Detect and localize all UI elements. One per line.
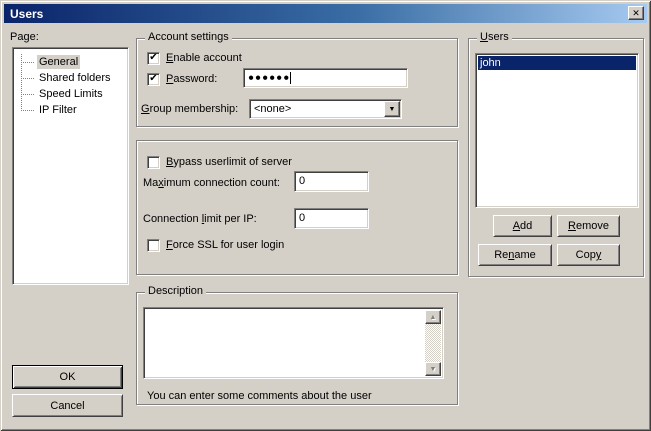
description-hint: You can enter some comments about the us… [147,390,372,403]
tree-item-label[interactable]: IP Filter [37,103,79,117]
description-group: Description ▲ ▼ You can enter some comme… [136,292,458,405]
max-connection-count-input[interactable]: 0 [294,171,369,192]
max-connection-count-value: 0 [299,175,305,187]
tree-connector [21,78,34,79]
account-settings-group: Account settings ✔ Enable account ✔ Pass… [136,38,458,127]
arrow-up-icon: ▲ [430,314,437,321]
force-ssl-checkbox[interactable] [147,239,160,252]
enable-account-label: Enable account [166,52,242,65]
limits-group: Bypass userlimit of server Maximum conne… [136,140,458,275]
tree-connector [21,62,34,63]
dropdown-value: <none> [250,100,383,118]
page-tree[interactable]: General Shared folders Speed Limits IP F… [12,47,129,285]
user-name: john [480,57,501,69]
ok-button[interactable]: OK [12,365,123,389]
tree-connector [21,94,34,95]
password-value: ●●●●●● [248,73,290,84]
check-icon: ✔ [148,74,159,84]
cancel-button[interactable]: Cancel [12,394,123,417]
connection-limit-per-ip-label: Connection limit per IP: [143,213,257,226]
users-listbox[interactable]: john [475,53,639,208]
check-icon: ✔ [148,53,159,63]
group-membership-dropdown[interactable]: <none> ▼ [249,99,402,119]
password-input[interactable]: ●●●●●● [243,68,408,88]
account-settings-title: Account settings [145,31,232,44]
bypass-userlimit-checkbox[interactable] [147,156,160,169]
title-bar[interactable]: Users ✕ [4,4,647,23]
force-ssl-label: Force SSL for user login [166,239,284,252]
group-membership-label: Group membership: [141,103,238,116]
tree-item-general[interactable]: General [15,54,126,70]
tree-item-shared-folders[interactable]: Shared folders [15,70,126,86]
bypass-userlimit-label: Bypass userlimit of server [166,156,292,169]
connection-limit-per-ip-input[interactable]: 0 [294,208,369,229]
chevron-down-icon: ▼ [389,106,396,113]
add-button[interactable]: Add [493,215,552,237]
enable-account-checkbox[interactable]: ✔ [147,52,160,65]
copy-button[interactable]: Copy [557,244,620,266]
users-group-title: Users [477,31,512,44]
users-group: Users john Add Remove Rename Copy [468,38,644,277]
text-caret [290,72,291,84]
description-scrollbar[interactable]: ▲ ▼ [425,310,441,376]
arrow-down-icon: ▼ [430,366,437,373]
users-dialog: Users ✕ Page: General Shared folders Spe… [0,0,651,431]
tree-item-ip-filter[interactable]: IP Filter [15,102,126,118]
scroll-up-button[interactable]: ▲ [425,310,441,324]
connection-limit-per-ip-value: 0 [299,212,305,224]
description-textarea[interactable]: ▲ ▼ [143,307,444,379]
tree-item-speed-limits[interactable]: Speed Limits [15,86,126,102]
page-label: Page: [10,31,39,44]
user-list-item[interactable]: john [478,56,636,70]
scroll-down-button[interactable]: ▼ [425,362,441,376]
close-icon: ✕ [632,8,640,18]
max-connection-count-label: Maximum connection count: [143,177,280,190]
password-label: Password: [166,73,217,86]
description-title: Description [145,285,206,298]
dropdown-arrow-button[interactable]: ▼ [384,101,400,117]
tree-connector [21,110,34,111]
tree-item-label[interactable]: Speed Limits [37,87,105,101]
tree-item-label[interactable]: General [37,55,80,69]
tree-item-label[interactable]: Shared folders [37,71,113,85]
window-title: Users [10,7,43,21]
rename-button[interactable]: Rename [478,244,552,266]
scrollbar-track[interactable] [425,324,441,362]
close-button[interactable]: ✕ [628,6,644,20]
password-checkbox[interactable]: ✔ [147,73,160,86]
remove-button[interactable]: Remove [557,215,620,237]
